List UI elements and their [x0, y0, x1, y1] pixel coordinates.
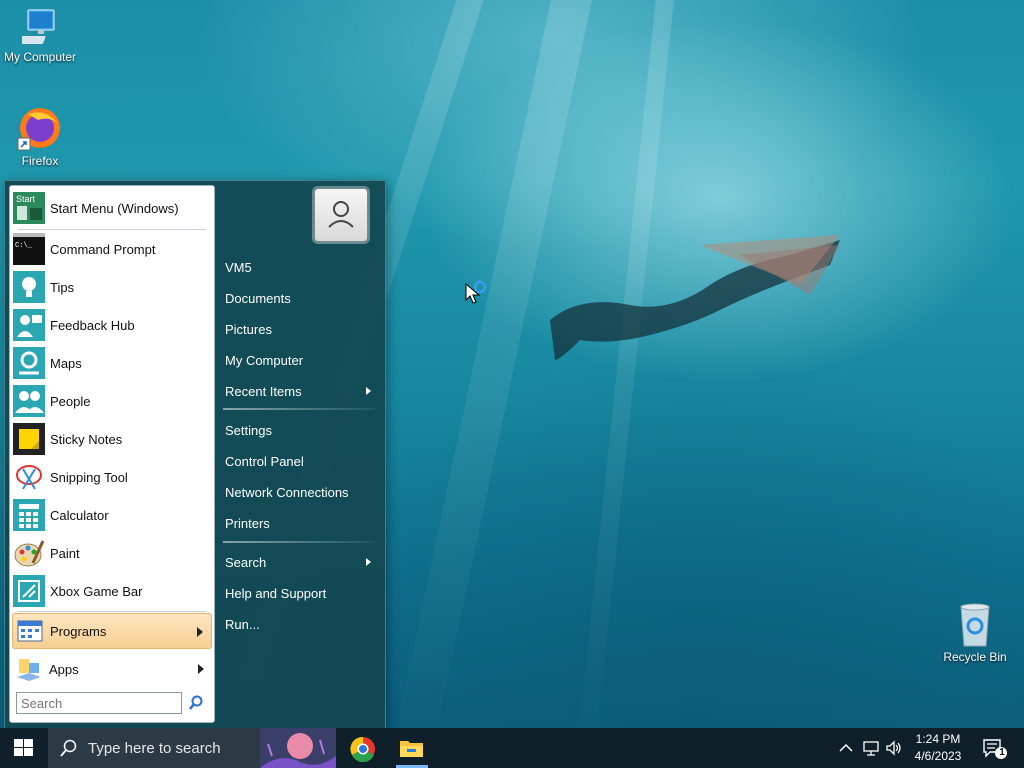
windows-start-icon[interactable]	[14, 739, 34, 757]
clock[interactable]: 1:24 PM 4/6/2023	[910, 731, 966, 765]
menu-item-label: Command Prompt	[50, 241, 156, 257]
menu-item-help-and-support[interactable]: Help and Support	[225, 586, 326, 601]
snipping-tool-icon	[13, 461, 45, 493]
menu-item-label: Snipping Tool	[50, 469, 128, 485]
search-icon[interactable]	[187, 694, 205, 712]
menu-item-documents[interactable]: Documents	[225, 291, 291, 306]
command-prompt-icon: C:\_	[13, 233, 45, 265]
search-highlight-illustration-icon	[260, 728, 336, 768]
menu-item-label: Apps	[49, 661, 79, 677]
menu-item-label: Tips	[50, 279, 75, 295]
menu-item-apps[interactable]: Apps	[12, 651, 212, 687]
menu-item-search[interactable]: Search	[225, 555, 266, 570]
menu-item-command-prompt[interactable]: C:\_ Command Prompt	[13, 231, 211, 267]
start-menu-icon: Start	[13, 192, 45, 224]
menu-item-control-panel[interactable]: Control Panel	[225, 454, 304, 469]
menu-item-xbox-game-bar[interactable]: Xbox Game Bar	[13, 573, 211, 609]
start-menu-left-pane: Start Start Menu (Windows) C:\_ Command …	[9, 185, 215, 723]
menu-item-label: Start Menu (Windows)	[50, 200, 179, 216]
sticky-notes-icon	[13, 423, 45, 455]
menu-item-start-menu-windows[interactable]: Start Start Menu (Windows)	[13, 190, 211, 226]
separator	[18, 229, 206, 230]
taskbar: Type here to search 1:24 PM 4/6/2023 1	[0, 728, 1024, 768]
paint-icon	[14, 540, 45, 567]
menu-item-tips[interactable]: Tips	[13, 269, 211, 305]
menu-item-programs[interactable]: Programs	[12, 613, 212, 649]
desktop: My Computer Firefox Recycle Bin Start St…	[0, 0, 1024, 728]
people-icon	[13, 385, 45, 417]
separator	[18, 611, 206, 612]
user-avatar[interactable]	[314, 188, 368, 242]
clock-time: 1:24 PM	[915, 732, 961, 746]
menu-item-label: Xbox Game Bar	[50, 583, 143, 599]
menu-item-pictures[interactable]: Pictures	[225, 322, 272, 337]
taskbar-search-placeholder: Type here to search	[88, 740, 221, 757]
desktop-icon-my-computer[interactable]: My Computer	[0, 8, 80, 64]
menu-item-label: Sticky Notes	[50, 431, 123, 447]
menu-item-calculator[interactable]: Calculator	[13, 497, 211, 533]
menu-item-label: Maps	[50, 355, 82, 371]
menu-item-printers[interactable]: Printers	[225, 516, 270, 531]
desktop-icon-label: Recycle Bin	[943, 650, 1007, 664]
clock-date: 4/6/2023	[914, 749, 962, 763]
computer-icon	[22, 9, 55, 44]
menu-item-snipping-tool[interactable]: Snipping Tool	[13, 459, 211, 495]
menu-item-label: People	[50, 393, 91, 409]
programs-icon	[17, 620, 43, 642]
search-icon	[60, 739, 77, 757]
menu-item-my-computer[interactable]: My Computer	[225, 353, 303, 368]
menu-item-sticky-notes[interactable]: Sticky Notes	[13, 421, 211, 457]
menu-item-run[interactable]: Run...	[225, 617, 260, 632]
menu-item-network-connections[interactable]: Network Connections	[225, 485, 349, 500]
menu-item-feedback-hub[interactable]: Feedback Hub	[13, 307, 211, 343]
user-icon	[328, 201, 354, 228]
xbox-game-bar-icon	[13, 575, 45, 607]
menu-item-maps[interactable]: Maps	[13, 345, 211, 381]
start-menu-search-input[interactable]	[16, 692, 182, 714]
calculator-icon	[13, 499, 45, 531]
svg-text:C:\_: C:\_	[15, 242, 33, 250]
desktop-icon-label: Firefox	[21, 154, 59, 168]
recycle-bin-icon	[960, 603, 990, 647]
firefox-icon	[17, 108, 60, 151]
volume-icon[interactable]	[885, 739, 903, 757]
menu-item-label: Paint	[50, 545, 80, 561]
desktop-icon-recycle-bin[interactable]: Recycle Bin	[935, 602, 1015, 664]
tips-lightbulb-icon	[13, 271, 45, 303]
file-explorer-icon[interactable]	[399, 737, 425, 759]
separator	[223, 408, 375, 410]
menu-item-recent-items[interactable]: Recent Items	[225, 384, 302, 399]
network-icon[interactable]	[862, 739, 880, 757]
menu-item-settings[interactable]: Settings	[225, 423, 272, 438]
chrome-icon[interactable]	[350, 736, 376, 762]
apps-icon	[17, 659, 41, 681]
swimmer-image	[550, 235, 840, 360]
busy-cursor-icon	[465, 281, 486, 304]
menu-item-vm5[interactable]: VM5	[225, 260, 252, 275]
svg-text:Start: Start	[16, 194, 36, 204]
submenu-arrow-icon	[366, 558, 371, 566]
feedback-hub-icon	[13, 309, 45, 341]
taskbar-search-box[interactable]: Type here to search	[48, 728, 336, 768]
chevron-up-icon[interactable]	[839, 742, 853, 752]
start-menu: Start Start Menu (Windows) C:\_ Command …	[4, 180, 386, 728]
maps-icon	[13, 347, 45, 379]
desktop-icon-firefox[interactable]: Firefox	[0, 104, 80, 168]
submenu-arrow-icon	[197, 627, 203, 637]
menu-item-people[interactable]: People	[13, 383, 211, 419]
menu-item-label: Calculator	[50, 507, 109, 523]
menu-item-paint[interactable]: Paint	[13, 535, 211, 571]
separator	[223, 541, 375, 543]
menu-item-label: Programs	[50, 623, 107, 639]
submenu-arrow-icon	[366, 387, 371, 395]
submenu-arrow-icon	[198, 664, 204, 674]
notification-count-badge: 1	[999, 747, 1005, 758]
menu-item-label: Feedback Hub	[50, 317, 135, 333]
desktop-icon-label: My Computer	[3, 50, 77, 64]
